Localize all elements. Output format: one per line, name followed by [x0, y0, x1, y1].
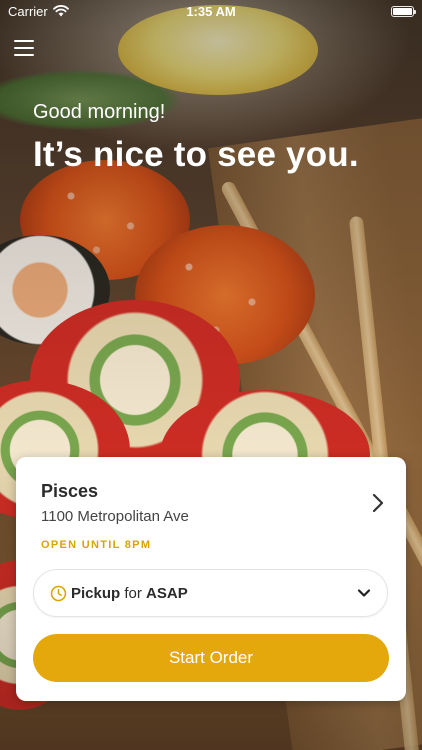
order-mode-timing: ASAP: [146, 584, 188, 602]
store-name: Pisces: [41, 481, 99, 501]
store-selector[interactable]: Pisces 1100 Metropolitan Ave: [41, 479, 386, 527]
order-mode-type: Pickup: [71, 584, 121, 602]
menu-line: [14, 40, 34, 42]
page-title: It’s nice to see you.: [33, 135, 359, 174]
carrier-group: Carrier: [8, 4, 69, 19]
order-mode-label: Pickup for ASAP: [71, 585, 357, 602]
store-hours: OPEN UNTIL 8PM: [41, 539, 152, 551]
chevron-right-icon: [372, 493, 384, 513]
menu-line: [14, 54, 34, 56]
chevron-down-icon: [357, 589, 371, 597]
store-address: 1100 Metropolitan Ave: [41, 508, 189, 525]
status-bar: Carrier 1:35 AM: [0, 0, 422, 22]
order-mode-connector: for: [124, 584, 142, 602]
order-mode-dropdown[interactable]: Pickup for ASAP: [33, 569, 388, 617]
wifi-icon: [52, 5, 69, 17]
menu-line: [14, 47, 34, 49]
hamburger-menu-icon[interactable]: [14, 36, 38, 60]
order-card: Pisces 1100 Metropolitan Ave OPEN UNTIL …: [16, 457, 406, 701]
start-order-button[interactable]: Start Order: [33, 634, 389, 682]
battery-level: [393, 7, 412, 15]
carrier-label: Carrier: [8, 3, 48, 19]
clock-icon: [50, 585, 67, 601]
greeting-text: Good morning!: [33, 101, 166, 123]
battery-icon: [391, 5, 416, 17]
store-info: Pisces 1100 Metropolitan Ave: [41, 481, 189, 525]
